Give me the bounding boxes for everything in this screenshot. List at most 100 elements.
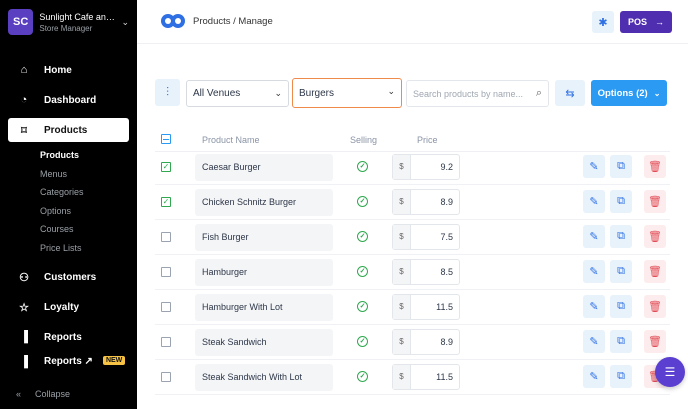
copy-icon: ⧉ bbox=[617, 230, 625, 242]
venue-select[interactable]: All Venues ⌄ bbox=[186, 80, 289, 107]
duplicate-button[interactable]: ⧉ bbox=[610, 260, 632, 283]
table-row: ✓ Caesar Burger ✓ $9.2 ✎ ⧉ 🗑 bbox=[155, 150, 670, 185]
pos-label: POS bbox=[627, 17, 647, 27]
sidebar-item-customers[interactable]: ⚇ Customers bbox=[8, 265, 129, 289]
price-field[interactable]: $8.5 bbox=[392, 259, 460, 285]
trash-icon: 🗑 bbox=[648, 336, 662, 348]
edit-button[interactable]: ✎ bbox=[583, 330, 605, 353]
duplicate-button[interactable]: ⧉ bbox=[610, 365, 632, 388]
edit-button[interactable]: ✎ bbox=[583, 365, 605, 388]
price-field[interactable]: $11.5 bbox=[392, 294, 460, 320]
product-name-field[interactable]: Steak Sandwich With Lot bbox=[195, 364, 333, 391]
table-row: ✓ Chicken Schnitz Burger ✓ $8.9 ✎ ⧉ 🗑 bbox=[155, 185, 670, 220]
product-name-field[interactable]: Hamburger With Lot bbox=[195, 294, 333, 321]
pencil-icon: ✎ bbox=[589, 336, 599, 348]
selling-check-icon[interactable]: ✓ bbox=[357, 371, 368, 382]
price-value: 8.5 bbox=[440, 267, 453, 277]
product-name-field[interactable]: Steak Sandwich bbox=[195, 329, 333, 356]
submenu-item-products[interactable]: Products bbox=[0, 146, 137, 165]
selling-check-icon[interactable]: ✓ bbox=[357, 161, 368, 172]
price-field[interactable]: $8.9 bbox=[392, 329, 460, 355]
duplicate-button[interactable]: ⧉ bbox=[610, 295, 632, 318]
edit-button[interactable]: ✎ bbox=[583, 190, 605, 213]
collapse-button[interactable]: « Collapse bbox=[16, 389, 70, 399]
row-checkbox[interactable] bbox=[161, 337, 171, 347]
swap-arrows-icon: ⇆ bbox=[565, 87, 575, 100]
pencil-icon: ✎ bbox=[589, 266, 599, 278]
swap-button[interactable]: ⇆ bbox=[555, 80, 585, 106]
copy-icon: ⧉ bbox=[617, 265, 625, 277]
chevron-down-icon: ⌄ bbox=[274, 88, 282, 98]
delete-button[interactable]: 🗑 bbox=[644, 260, 666, 283]
price-field[interactable]: $7.5 bbox=[392, 224, 460, 250]
price-field[interactable]: $8.9 bbox=[392, 189, 460, 215]
delete-button[interactable]: 🗑 bbox=[644, 330, 666, 353]
sidebar-item-reports[interactable]: ▐ Reports bbox=[8, 325, 129, 349]
pos-button[interactable]: POS → bbox=[620, 11, 672, 33]
trash-icon: 🗑 bbox=[648, 196, 662, 208]
submenu-item-options[interactable]: Options bbox=[0, 202, 137, 221]
logo-icon bbox=[161, 14, 185, 28]
delete-button[interactable]: 🗑 bbox=[644, 225, 666, 248]
row-checkbox[interactable] bbox=[161, 267, 171, 277]
chat-button[interactable]: ☰ bbox=[655, 357, 685, 387]
column-header-price: Price bbox=[417, 135, 438, 145]
edit-button[interactable]: ✎ bbox=[583, 295, 605, 318]
edit-button[interactable]: ✎ bbox=[583, 260, 605, 283]
row-checkbox[interactable] bbox=[161, 232, 171, 242]
selling-check-icon[interactable]: ✓ bbox=[357, 336, 368, 347]
product-name-field[interactable]: Chicken Schnitz Burger bbox=[195, 189, 333, 216]
submenu-item-price-lists[interactable]: Price Lists bbox=[0, 239, 137, 258]
product-name-field[interactable]: Fish Burger bbox=[195, 224, 333, 251]
chevron-down-icon: ⌄ bbox=[121, 16, 129, 27]
store-info: Sunlight Cafe and Bar Store Manager bbox=[39, 12, 115, 33]
price-field[interactable]: $9.2 bbox=[392, 154, 460, 180]
edit-button[interactable]: ✎ bbox=[583, 225, 605, 248]
sidebar-item-home[interactable]: ⌂ Home bbox=[8, 58, 129, 82]
delete-button[interactable]: 🗑 bbox=[644, 155, 666, 178]
row-checkbox[interactable]: ✓ bbox=[161, 197, 171, 207]
category-select[interactable]: Burgers ⌄ bbox=[292, 78, 402, 108]
product-name-field[interactable]: Caesar Burger bbox=[195, 154, 333, 181]
pencil-icon: ✎ bbox=[589, 371, 599, 383]
selling-check-icon[interactable]: ✓ bbox=[357, 266, 368, 277]
selling-check-icon[interactable]: ✓ bbox=[357, 231, 368, 242]
filter-settings-button[interactable]: ⫶ bbox=[155, 79, 180, 106]
sidebar-item-label: Reports ↗ bbox=[44, 356, 93, 367]
chevron-down-icon: ⌄ bbox=[653, 88, 661, 98]
submenu-item-menus[interactable]: Menus bbox=[0, 165, 137, 184]
table-row: Steak Sandwich With Lot✓$11.5✎⧉🗑 bbox=[155, 360, 670, 395]
sidebar-item-dashboard[interactable]: ◔ Dashboard bbox=[8, 88, 129, 112]
edit-button[interactable]: ✎ bbox=[583, 155, 605, 178]
row-checkbox[interactable] bbox=[161, 302, 171, 312]
duplicate-button[interactable]: ⧉ bbox=[610, 225, 632, 248]
duplicate-button[interactable]: ⧉ bbox=[610, 155, 632, 178]
star-icon: ☆ bbox=[19, 301, 29, 314]
sidebar-nav: ⌂ Home ◔ Dashboard ⌑ Products Products M… bbox=[0, 58, 137, 375]
delete-button[interactable]: 🗑 bbox=[644, 190, 666, 213]
sidebar-item-label: Loyalty bbox=[44, 301, 80, 313]
delete-button[interactable]: 🗑 bbox=[644, 295, 666, 318]
sidebar-item-loyalty[interactable]: ☆ Loyalty bbox=[8, 295, 129, 319]
row-checkbox[interactable]: ✓ bbox=[161, 162, 171, 172]
bug-report-button[interactable]: ✱ bbox=[592, 11, 614, 33]
row-checkbox[interactable] bbox=[161, 372, 171, 382]
selling-check-icon[interactable]: ✓ bbox=[357, 301, 368, 312]
options-dropdown-button[interactable]: Options (2) ⌄ bbox=[591, 80, 667, 106]
sidebar-item-reports-new[interactable]: ▐ Reports ↗ NEW bbox=[8, 355, 129, 369]
submenu-item-categories[interactable]: Categories bbox=[0, 183, 137, 202]
sidebar-item-products[interactable]: ⌑ Products bbox=[8, 118, 129, 142]
search-input[interactable]: Search products by name... ⌕ bbox=[406, 80, 549, 107]
users-icon: ⚇ bbox=[19, 271, 29, 284]
search-placeholder: Search products by name... bbox=[413, 88, 524, 99]
selling-check-icon[interactable]: ✓ bbox=[357, 196, 368, 207]
submenu-item-courses[interactable]: Courses bbox=[0, 220, 137, 239]
select-all-checkbox[interactable] bbox=[161, 134, 171, 144]
product-name-field[interactable]: Hamburger bbox=[195, 259, 333, 286]
duplicate-button[interactable]: ⧉ bbox=[610, 190, 632, 213]
duplicate-button[interactable]: ⧉ bbox=[610, 330, 632, 353]
price-field[interactable]: $11.5 bbox=[392, 364, 460, 390]
sidebar-item-label: Home bbox=[44, 64, 72, 76]
store-switcher[interactable]: SC Sunlight Cafe and Bar Store Manager ⌄ bbox=[0, 0, 137, 44]
price-value: 8.9 bbox=[440, 337, 453, 347]
